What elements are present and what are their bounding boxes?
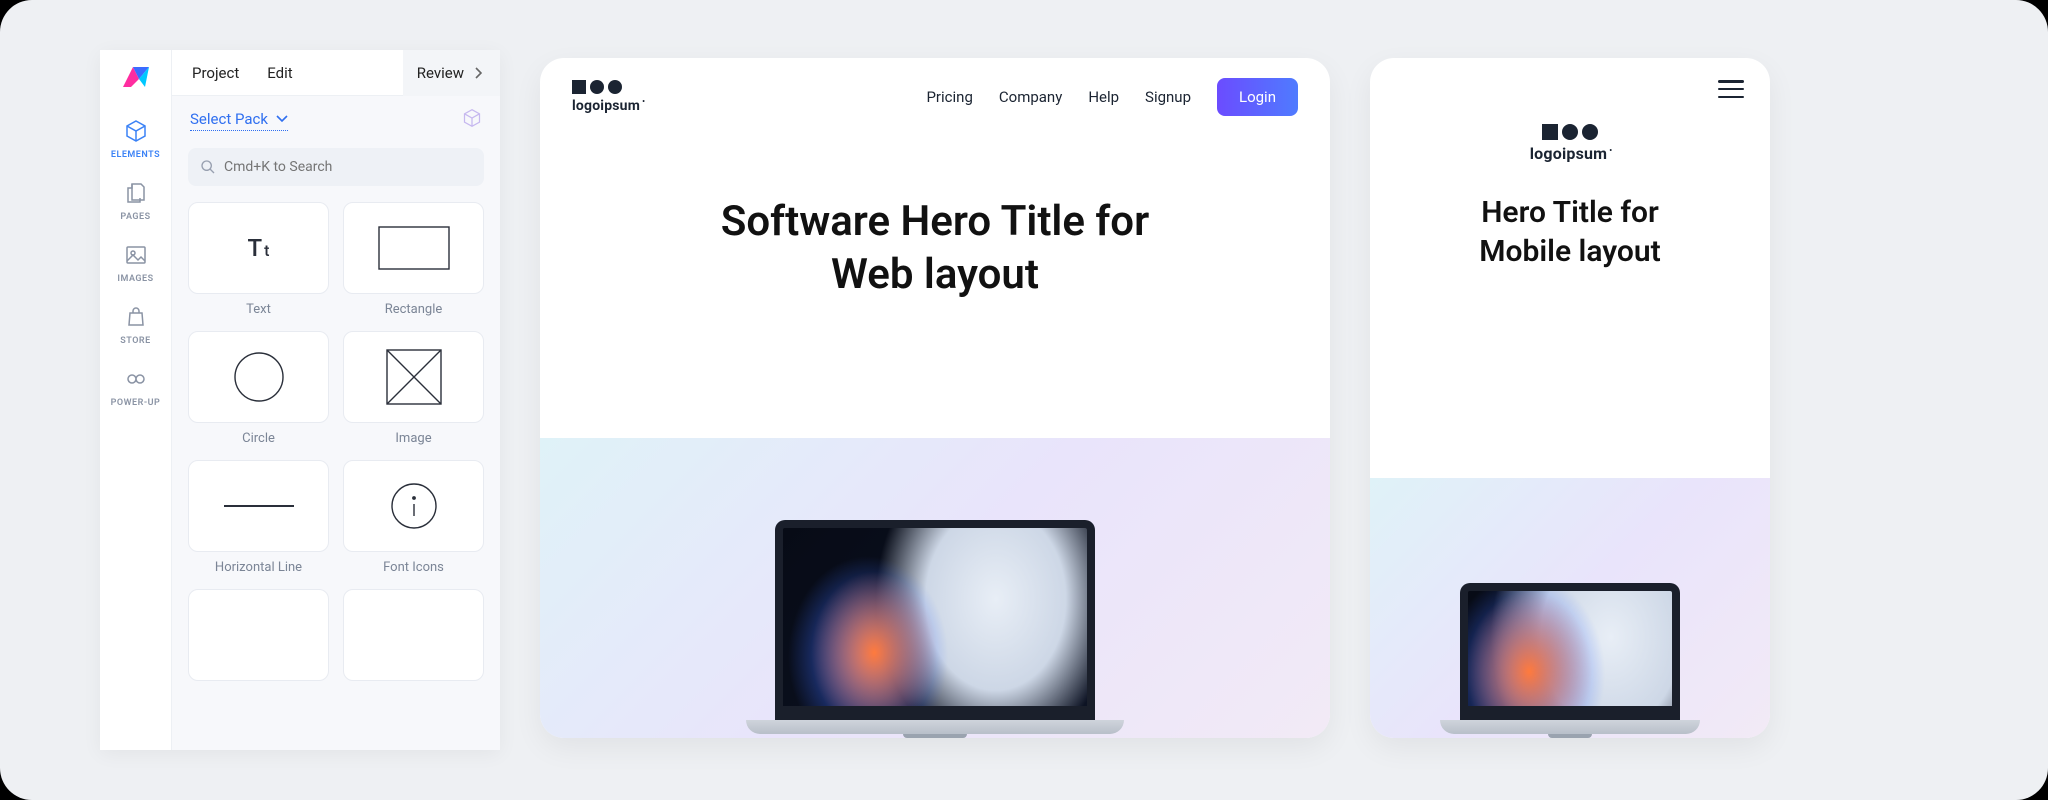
search-input[interactable] (224, 159, 472, 175)
search-icon (200, 159, 216, 175)
tile-extra-box[interactable] (343, 589, 484, 681)
tile-image: Image (343, 331, 484, 446)
tile-hline-box[interactable] (188, 460, 329, 552)
bag-icon (123, 304, 149, 330)
logo-shapes-icon (1542, 124, 1598, 140)
nav-signup[interactable]: Signup (1145, 88, 1191, 106)
web-preview-card: logoipsum Pricing Company Help Signup Lo… (540, 58, 1330, 738)
tile-rectangle-box[interactable] (343, 202, 484, 294)
panel-menubar: Project Edit Review (172, 50, 500, 96)
mobile-hero-title: Hero Title for Mobile layout (1370, 163, 1770, 271)
tile-label: Image (395, 431, 431, 446)
mobile-logo[interactable]: logoipsum (1530, 124, 1611, 163)
rail-store[interactable]: STORE (100, 294, 172, 352)
tile-label: Text (246, 302, 271, 317)
mobile-logo-wrap: logoipsum (1370, 124, 1770, 163)
tile-text-box[interactable]: Tt (188, 202, 329, 294)
tile-circle-box[interactable] (188, 331, 329, 423)
web-topbar: logoipsum Pricing Company Help Signup Lo… (540, 58, 1330, 136)
editor-panel: ELEMENTS PAGES IMAGES STORE POWER-UP Pro… (100, 50, 500, 750)
tile-fonticons: Font Icons (343, 460, 484, 575)
pack-row: Select Pack (172, 96, 500, 144)
mobile-hero-image (1370, 478, 1770, 738)
hline-icon (224, 504, 294, 508)
rectangle-icon (378, 226, 450, 270)
rail-label: IMAGES (117, 274, 153, 284)
nav-help[interactable]: Help (1088, 88, 1119, 106)
menu-review[interactable]: Review (403, 50, 500, 96)
login-button[interactable]: Login (1217, 78, 1298, 116)
menu-review-label: Review (417, 64, 464, 82)
tool-rail: ELEMENTS PAGES IMAGES STORE POWER-UP (100, 50, 172, 750)
tile-label: Font Icons (383, 560, 444, 575)
logo-shapes-icon (572, 80, 643, 94)
info-circle-icon (390, 482, 438, 530)
tile-circle: Circle (188, 331, 329, 446)
mobile-preview-card: logoipsum Hero Title for Mobile layout (1370, 58, 1770, 738)
tile-fonticons-box[interactable] (343, 460, 484, 552)
app-logo[interactable] (118, 60, 154, 96)
tile-extra-box[interactable] (188, 589, 329, 681)
element-grid: Tt Text Rectangle Circle Image Hor (172, 198, 500, 685)
tile-hline: Horizontal Line (188, 460, 329, 575)
elements-panel: Project Edit Review Select Pack (172, 50, 500, 750)
select-pack-dropdown[interactable]: Select Pack (190, 110, 288, 131)
logo-text: logoipsum (572, 98, 643, 114)
nav-company[interactable]: Company (999, 88, 1062, 106)
menu-edit[interactable]: Edit (253, 50, 306, 96)
infinity-icon (123, 366, 149, 392)
tile-extra-2 (343, 589, 484, 681)
web-hero-title: Software Hero Title for Web layout (540, 136, 1330, 301)
rail-pages[interactable]: PAGES (100, 170, 172, 228)
preview-area: logoipsum Pricing Company Help Signup Lo… (540, 50, 1988, 750)
image-icon (123, 242, 149, 268)
chevron-down-icon (276, 115, 288, 123)
laptop-mock (775, 520, 1095, 738)
search-box[interactable] (188, 148, 484, 186)
web-hero-image (540, 438, 1330, 738)
laptop-mock (1460, 583, 1680, 739)
tile-label: Horizontal Line (215, 560, 302, 575)
tile-image-box[interactable] (343, 331, 484, 423)
tile-rectangle: Rectangle (343, 202, 484, 317)
mobile-topbar (1370, 58, 1770, 118)
app-stage: ELEMENTS PAGES IMAGES STORE POWER-UP Pro… (0, 0, 2048, 800)
rail-label: POWER-UP (111, 398, 161, 408)
rail-elements[interactable]: ELEMENTS (100, 108, 172, 166)
pages-icon (123, 180, 149, 206)
logo-text: logoipsum (1530, 144, 1611, 163)
rail-images[interactable]: IMAGES (100, 232, 172, 290)
text-glyph-icon: Tt (248, 234, 270, 262)
hamburger-menu-icon[interactable] (1718, 80, 1744, 98)
cube-icon (123, 118, 149, 144)
pack-cube-icon[interactable] (462, 108, 482, 132)
tile-extra-1 (188, 589, 329, 681)
rail-label: STORE (120, 336, 150, 346)
circle-icon (233, 351, 285, 403)
image-placeholder-icon (386, 349, 442, 405)
web-logo[interactable]: logoipsum (572, 80, 643, 114)
rail-label: ELEMENTS (111, 150, 160, 160)
menu-project[interactable]: Project (172, 50, 253, 96)
tile-label: Circle (242, 431, 275, 446)
tile-label: Rectangle (385, 302, 443, 317)
chevron-right-icon (474, 67, 482, 79)
rail-powerup[interactable]: POWER-UP (100, 356, 172, 414)
select-pack-label: Select Pack (190, 110, 268, 128)
tile-text: Tt Text (188, 202, 329, 317)
rail-label: PAGES (120, 212, 150, 222)
nav-pricing[interactable]: Pricing (926, 88, 972, 106)
